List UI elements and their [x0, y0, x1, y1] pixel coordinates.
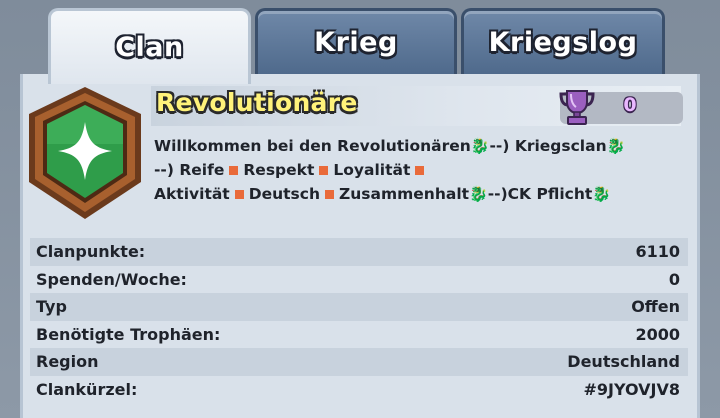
separator-square-icon	[319, 165, 329, 175]
stat-value: #9JYOVJV8	[583, 379, 680, 399]
tab-clan[interactable]: Clan	[48, 8, 251, 84]
stat-label: Clanpunkte:	[36, 242, 146, 262]
clan-name: Revolutionäre	[156, 88, 358, 117]
tab-krieg[interactable]: Krieg	[255, 8, 457, 74]
description-line: --) Reife Respekt Loyalität	[154, 158, 689, 182]
stat-value: 0	[668, 269, 680, 289]
description-text: --) Reife	[154, 161, 225, 179]
description-line: Aktivität Deutsch Zusammenhalt🐉--)CK Pflic…	[154, 182, 689, 206]
description-text: Willkommen bei den Revolutionären	[154, 137, 471, 155]
stat-row: Clankürzel: #9JYOVJV8	[30, 375, 688, 403]
stat-row: Benötigte Trophäen: 2000	[30, 320, 688, 348]
dragon-icon: 🐉	[469, 185, 488, 203]
clan-trophy-value: 0	[623, 94, 637, 116]
stat-row: Spenden/Woche: 0	[30, 265, 688, 293]
stat-label: Region	[36, 352, 99, 372]
clan-description: Willkommen bei den Revolutionären🐉--) Kr…	[154, 134, 689, 206]
dragon-icon: 🐉	[592, 185, 611, 203]
description-text: Deutsch	[248, 185, 321, 203]
stat-value: Deutschland	[567, 352, 680, 372]
separator-square-icon	[325, 189, 335, 199]
stat-value: 2000	[635, 324, 680, 344]
clan-badge-icon	[29, 87, 141, 219]
stat-row: Typ Offen	[30, 293, 688, 321]
tab-kriegslog[interactable]: Kriegslog	[461, 8, 665, 74]
dragon-icon: 🐉	[606, 137, 626, 155]
description-text: Loyalität	[333, 161, 411, 179]
description-text: --) Kriegsclan	[489, 137, 607, 155]
stat-row: Clanpunkte: 6110	[30, 238, 688, 266]
stat-value: Offen	[631, 297, 680, 317]
separator-square-icon	[234, 189, 244, 199]
dragon-icon: 🐉	[470, 137, 490, 155]
stat-value: 6110	[635, 242, 680, 262]
description-text: --)CK Pflicht	[487, 185, 593, 203]
stat-label: Typ	[36, 297, 67, 317]
separator-square-icon	[229, 165, 239, 175]
stat-row: Region Deutschland	[30, 348, 688, 376]
description-line: Willkommen bei den Revolutionären🐉--) Kr…	[154, 134, 689, 158]
stat-label: Spenden/Woche:	[36, 269, 187, 289]
description-text: Respekt	[243, 161, 315, 179]
separator-square-icon	[415, 165, 425, 175]
stat-label: Clankürzel:	[36, 379, 138, 399]
stat-label: Benötigte Trophäen:	[36, 324, 221, 344]
description-text: Aktivität	[154, 185, 230, 203]
description-text: Zusammenhalt	[339, 185, 470, 203]
trophy-icon	[559, 90, 595, 125]
clan-stats-table: Clanpunkte: 6110 Spenden/Woche: 0 Typ Offen Be…	[30, 238, 688, 403]
